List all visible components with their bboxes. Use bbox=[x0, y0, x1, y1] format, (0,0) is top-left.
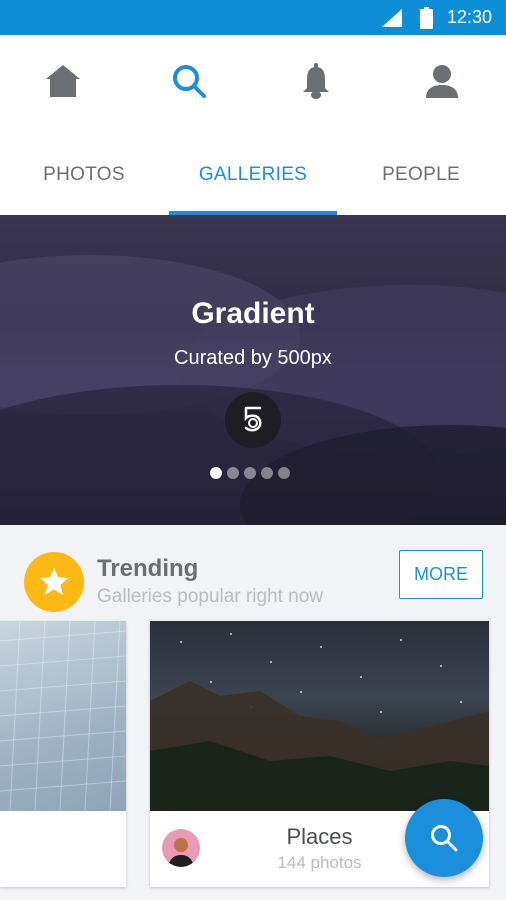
profile-icon[interactable] bbox=[422, 61, 462, 101]
gallery-cover-image bbox=[0, 621, 126, 811]
more-button[interactable]: MORE bbox=[399, 550, 483, 599]
500px-logo-icon bbox=[225, 392, 281, 448]
gallery-curator: Curated by 500px bbox=[174, 347, 332, 369]
featured-gallery-hero[interactable]: Gradient Curated by 500px bbox=[0, 215, 506, 525]
status-bar: 12:30 bbox=[0, 0, 506, 35]
top-navigation: PHOTOS GALLERIES PEOPLE bbox=[0, 35, 506, 215]
star-icon bbox=[24, 552, 84, 612]
search-icon bbox=[431, 825, 458, 852]
section-subtitle: Galleries popular right now bbox=[97, 586, 324, 607]
gallery-cover-image bbox=[150, 621, 489, 811]
status-time: 12:30 bbox=[446, 7, 492, 27]
carousel-dot[interactable] bbox=[210, 467, 222, 479]
section-title: Trending bbox=[97, 555, 199, 582]
battery-icon bbox=[420, 7, 433, 29]
search-fab-button[interactable] bbox=[405, 799, 483, 877]
gallery-card[interactable] bbox=[0, 621, 126, 887]
signal-icon bbox=[382, 9, 402, 27]
home-icon[interactable] bbox=[43, 61, 83, 101]
bell-icon[interactable] bbox=[296, 61, 336, 101]
carousel-indicator bbox=[210, 467, 290, 479]
carousel-dot[interactable] bbox=[261, 467, 273, 479]
carousel-dot[interactable] bbox=[278, 467, 290, 479]
tab-photos[interactable]: PHOTOS bbox=[0, 135, 168, 215]
carousel-dot[interactable] bbox=[244, 467, 256, 479]
tab-bar: PHOTOS GALLERIES PEOPLE bbox=[0, 135, 506, 215]
tab-galleries[interactable]: GALLERIES bbox=[169, 135, 337, 215]
carousel-dot[interactable] bbox=[227, 467, 239, 479]
search-icon[interactable] bbox=[169, 61, 209, 101]
gallery-title: Gradient bbox=[191, 297, 315, 330]
tab-people[interactable]: PEOPLE bbox=[337, 135, 505, 215]
